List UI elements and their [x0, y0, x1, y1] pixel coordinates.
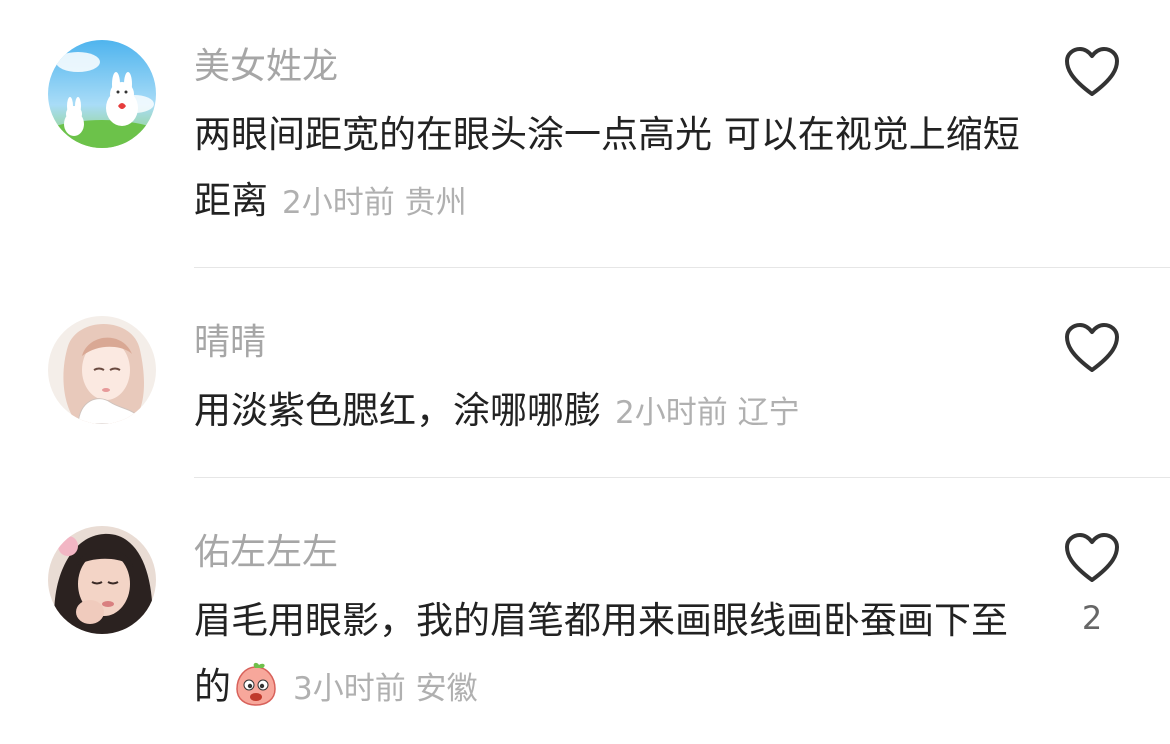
like-count: 2 [1081, 599, 1103, 637]
comment-text: 用淡紫色腮红，涂哪哪膨 [194, 389, 601, 432]
divider [194, 267, 1170, 268]
timestamp: 3小时前 [293, 671, 406, 707]
location: 安徽 [415, 671, 478, 707]
comment-text-block[interactable]: 用淡紫色腮红，涂哪哪膨 2小时前 辽宁 [194, 378, 1024, 446]
comment-text-block[interactable]: 眉毛用眼影，我的眉笔都用来画眼线画卧蚕画下至的 3小时前 安徽 [194, 588, 1024, 722]
timestamp: 2小时前 [282, 185, 395, 221]
comment-text-block[interactable]: 两眼间距宽的在眼头涂一点高光 可以在视觉上缩短距离 2小时前 贵州 [194, 102, 1024, 236]
heart-icon [1065, 533, 1119, 582]
like-button[interactable] [1064, 46, 1120, 98]
avatar[interactable] [48, 316, 156, 424]
avatar[interactable] [48, 40, 156, 148]
comment-meta: 2小时前 贵州 [282, 185, 467, 221]
username[interactable]: 美女姓龙 [194, 42, 338, 92]
location: 贵州 [404, 185, 467, 221]
timestamp: 2小时前 [615, 395, 728, 431]
heart-icon [1065, 323, 1119, 372]
comment-meta: 2小时前 辽宁 [615, 395, 800, 431]
like-button[interactable] [1064, 322, 1120, 374]
username[interactable]: 晴晴 [194, 318, 266, 368]
location: 辽宁 [737, 395, 800, 431]
avatar[interactable] [48, 526, 156, 634]
like-button[interactable] [1064, 532, 1120, 584]
heart-icon [1065, 47, 1119, 96]
divider [194, 477, 1170, 478]
peach-face-emoji-icon [233, 661, 279, 707]
comment-meta: 3小时前 安徽 [293, 671, 478, 707]
username[interactable]: 佑左左左 [194, 528, 338, 578]
